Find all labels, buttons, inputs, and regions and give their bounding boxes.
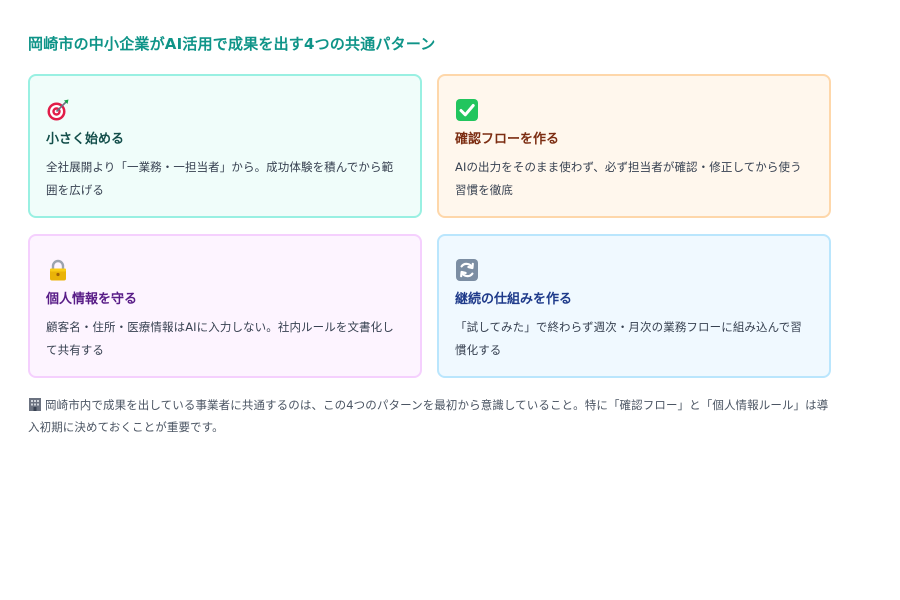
card-title: 継続の仕組みを作る (455, 292, 573, 307)
card-description: 全社展開より「一業務・一担当者」から。成功体験を積んでから範囲を広げる (46, 160, 394, 197)
target-icon (47, 99, 69, 121)
pattern-card-start-small: 小さく始める 全社展開より「一業務・一担当者」から。成功体験を積んでから範囲を広… (28, 74, 422, 218)
lock-icon (50, 259, 66, 281)
pattern-card-continuity: 継続の仕組みを作る 「試してみた」で終わらず週次・月次の業務フローに組み込んで習… (437, 234, 831, 378)
card-description: AIの出力をそのまま使わず、必ず担当者が確認・修正してから使う習慣を徹底 (455, 160, 802, 197)
summary-note: 岡崎市内で成果を出している事業者に共通するのは、この4つのパターンを最初から意識… (28, 394, 838, 438)
refresh-icon (456, 259, 478, 281)
card-title: 個人情報を守る (46, 292, 138, 307)
card-description: 顧客名・住所・医療情報はAIに入力しない。社内ルールを文書化して共有する (46, 320, 394, 357)
card-title: 確認フローを作る (455, 132, 560, 147)
building-icon (29, 398, 41, 411)
pattern-card-protect-personal-info: 個人情報を守る 顧客名・住所・医療情報はAIに入力しない。社内ルールを文書化して… (28, 234, 422, 378)
pattern-card-review-flow: 確認フローを作る AIの出力をそのまま使わず、必ず担当者が確認・修正してから使う… (437, 74, 831, 218)
page: 岡崎市の中小企業がAI活用で成果を出す4つの共通パターン 小さく始める 全社展開… (0, 0, 900, 600)
summary-note-text: 岡崎市内で成果を出している事業者に共通するのは、この4つのパターンを最初から意識… (28, 398, 829, 434)
card-description: 「試してみた」で終わらず週次・月次の業務フローに組み込んで習慣化する (455, 320, 802, 357)
card-title: 小さく始める (46, 132, 125, 147)
check-mark-icon (456, 99, 478, 121)
page-title: 岡崎市の中小企業がAI活用で成果を出す4つの共通パターン (28, 35, 436, 53)
